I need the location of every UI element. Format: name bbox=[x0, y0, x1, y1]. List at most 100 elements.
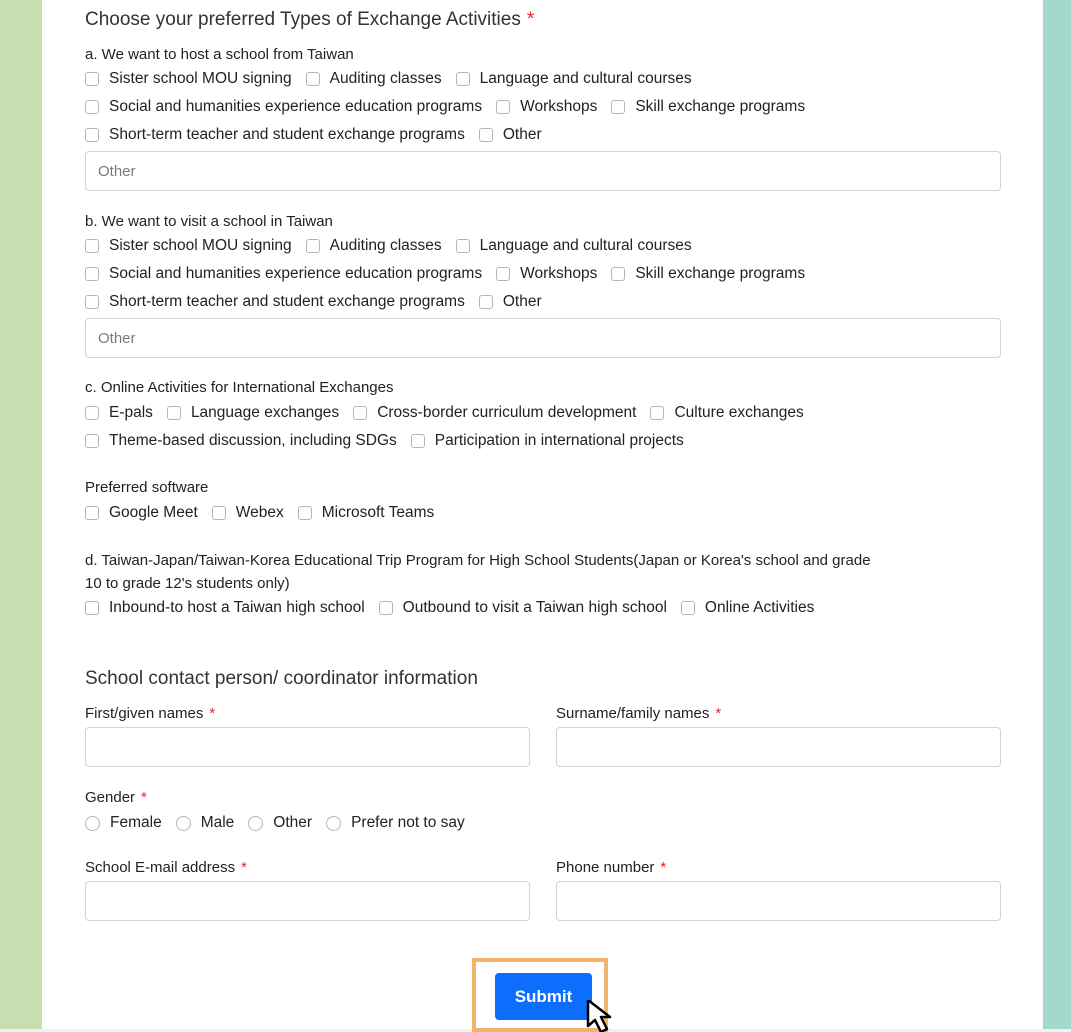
checkbox-icon[interactable] bbox=[85, 239, 99, 253]
radio-icon[interactable] bbox=[175, 815, 191, 831]
email-label-text: School E-mail address bbox=[85, 859, 236, 876]
checkbox-option-skill-exchange-programs[interactable]: Skill exchange programs bbox=[611, 98, 805, 116]
phone-label-text: Phone number bbox=[556, 859, 655, 876]
checkbox-label: Theme-based discussion, including SDGs bbox=[109, 432, 397, 449]
checkbox-icon[interactable] bbox=[478, 295, 493, 309]
checkbox-option-workshops[interactable]: Workshops bbox=[496, 98, 597, 116]
form-card: Choose your preferred Types of Exchange … bbox=[42, 0, 1043, 1032]
checkbox-option-language-exchanges[interactable]: Language exchanges bbox=[166, 404, 339, 422]
checkbox-option-culture-exchanges[interactable]: Culture exchanges bbox=[650, 404, 804, 422]
checkbox-icon[interactable] bbox=[611, 267, 626, 281]
checkbox-icon[interactable] bbox=[211, 506, 226, 520]
checkbox-icon[interactable] bbox=[378, 601, 393, 615]
checkbox-option-sister-school-mou-signing[interactable]: Sister school MOU signing bbox=[85, 237, 292, 255]
radio-option-other[interactable]: Other bbox=[248, 814, 312, 832]
checkbox-icon[interactable] bbox=[611, 100, 626, 114]
checkbox-icon[interactable] bbox=[496, 100, 511, 114]
checkbox-label: Sister school MOU signing bbox=[109, 237, 292, 254]
checkbox-option-outbound-to-visit-a-taiwan-high-school[interactable]: Outbound to visit a Taiwan high school bbox=[378, 599, 667, 617]
checkbox-icon[interactable] bbox=[85, 434, 99, 448]
checkbox-icon[interactable] bbox=[353, 406, 368, 420]
checkbox-option-short-term-teacher-and-student-exchange-programs[interactable]: Short-term teacher and student exchange … bbox=[85, 126, 465, 144]
checkbox-label: Social and humanities experience educati… bbox=[109, 98, 483, 115]
first-name-label: First/given names * bbox=[85, 705, 215, 722]
checkbox-icon[interactable] bbox=[410, 434, 425, 448]
radio-option-male[interactable]: Male bbox=[175, 814, 234, 832]
radio-icon[interactable] bbox=[248, 815, 264, 831]
radio-label: Female bbox=[110, 814, 162, 831]
checkbox-icon[interactable] bbox=[455, 239, 470, 253]
checkbox-option-other[interactable]: Other bbox=[478, 293, 542, 311]
checkbox-label: Other bbox=[502, 126, 542, 143]
host-other-input[interactable] bbox=[85, 151, 1001, 191]
trip-options-row: Inbound-to host a Taiwan high school Outb… bbox=[85, 597, 828, 619]
checkbox-icon[interactable] bbox=[85, 267, 99, 281]
checkbox-icon[interactable] bbox=[650, 406, 665, 420]
checkbox-icon[interactable] bbox=[85, 601, 99, 615]
required-marker: * bbox=[209, 705, 216, 722]
checkbox-option-language-and-cultural-courses[interactable]: Language and cultural courses bbox=[455, 70, 692, 88]
radio-option-female[interactable]: Female bbox=[85, 814, 162, 832]
checkbox-icon[interactable] bbox=[680, 601, 695, 615]
gender-options-row: Female Male Other Prefer not to say bbox=[85, 812, 479, 834]
email-input[interactable] bbox=[85, 881, 530, 921]
phone-label: Phone number * bbox=[556, 859, 666, 876]
checkbox-option-auditing-classes[interactable]: Auditing classes bbox=[305, 70, 442, 88]
checkbox-option-workshops[interactable]: Workshops bbox=[496, 265, 597, 283]
checkbox-icon[interactable] bbox=[305, 72, 320, 86]
checkbox-option-inbound-to-host-a-taiwan-high-school[interactable]: Inbound-to host a Taiwan high school bbox=[85, 599, 365, 617]
radio-option-prefer-not-to-say[interactable]: Prefer not to say bbox=[326, 814, 465, 832]
checkbox-option-e-pals[interactable]: E-pals bbox=[85, 404, 153, 422]
checkbox-icon[interactable] bbox=[85, 506, 99, 520]
checkbox-icon[interactable] bbox=[85, 406, 99, 420]
checkbox-label: Language and cultural courses bbox=[479, 237, 692, 254]
checkbox-icon[interactable] bbox=[455, 72, 470, 86]
checkbox-option-skill-exchange-programs[interactable]: Skill exchange programs bbox=[611, 265, 805, 283]
checkbox-option-google-meet[interactable]: Google Meet bbox=[85, 504, 198, 522]
contact-section-title: School contact person/ coordinator infor… bbox=[85, 668, 478, 689]
checkbox-icon[interactable] bbox=[305, 239, 320, 253]
checkbox-icon[interactable] bbox=[478, 128, 493, 142]
checkbox-label: Workshops bbox=[520, 265, 598, 282]
radio-icon[interactable] bbox=[85, 815, 100, 831]
checkbox-option-language-and-cultural-courses[interactable]: Language and cultural courses bbox=[455, 237, 692, 255]
trip-program-label-line2: 10 to grade 12's students only) bbox=[85, 575, 290, 592]
checkbox-option-cross-border-curriculum-development[interactable]: Cross-border curriculum development bbox=[353, 404, 636, 422]
visit-other-input[interactable] bbox=[85, 318, 1001, 358]
checkbox-option-social-and-humanities-experience-education-programs[interactable]: Social and humanities experience educati… bbox=[85, 98, 482, 116]
checkbox-option-microsoft-teams[interactable]: Microsoft Teams bbox=[297, 504, 434, 522]
first-name-input[interactable] bbox=[85, 727, 530, 767]
online-activities-label: c. Online Activities for International E… bbox=[85, 379, 394, 396]
checkbox-option-short-term-teacher-and-student-exchange-programs[interactable]: Short-term teacher and student exchange … bbox=[85, 293, 465, 311]
checkbox-option-participation-in-international-projects[interactable]: Participation in international projects bbox=[410, 432, 684, 450]
required-marker: * bbox=[141, 789, 147, 806]
checkbox-icon[interactable] bbox=[496, 267, 511, 281]
email-label: School E-mail address * bbox=[85, 859, 247, 876]
checkbox-label: Workshops bbox=[520, 98, 598, 115]
checkbox-option-social-and-humanities-experience-education-programs[interactable]: Social and humanities experience educati… bbox=[85, 265, 482, 283]
checkbox-option-sister-school-mou-signing[interactable]: Sister school MOU signing bbox=[85, 70, 292, 88]
checkbox-option-theme-based-discussion-including-sdgs[interactable]: Theme-based discussion, including SDGs bbox=[85, 432, 397, 450]
checkbox-label: Culture exchanges bbox=[674, 404, 804, 421]
radio-icon[interactable] bbox=[326, 815, 342, 831]
checkbox-label: Participation in international projects bbox=[434, 432, 684, 449]
submit-button[interactable]: Submit bbox=[495, 973, 592, 1020]
checkbox-icon[interactable] bbox=[297, 506, 312, 520]
checkbox-label: Language and cultural courses bbox=[479, 70, 692, 87]
surname-input[interactable] bbox=[556, 727, 1001, 767]
visit-options-row-3: Short-term teacher and student exchange … bbox=[85, 291, 556, 313]
checkbox-label: Skill exchange programs bbox=[635, 98, 806, 115]
checkbox-icon[interactable] bbox=[85, 72, 99, 86]
phone-input[interactable] bbox=[556, 881, 1001, 921]
required-marker: * bbox=[715, 705, 722, 722]
checkbox-label: Google Meet bbox=[109, 504, 198, 521]
checkbox-option-webex[interactable]: Webex bbox=[211, 504, 284, 522]
checkbox-icon[interactable] bbox=[166, 406, 181, 420]
checkbox-icon[interactable] bbox=[85, 100, 99, 114]
checkbox-option-auditing-classes[interactable]: Auditing classes bbox=[305, 237, 442, 255]
checkbox-option-other[interactable]: Other bbox=[478, 126, 542, 144]
checkbox-option-online-activities[interactable]: Online Activities bbox=[680, 599, 814, 617]
checkbox-icon[interactable] bbox=[85, 128, 99, 142]
exchange-activities-title-text: Choose your preferred Types of Exchange … bbox=[85, 9, 521, 30]
checkbox-icon[interactable] bbox=[85, 295, 99, 309]
